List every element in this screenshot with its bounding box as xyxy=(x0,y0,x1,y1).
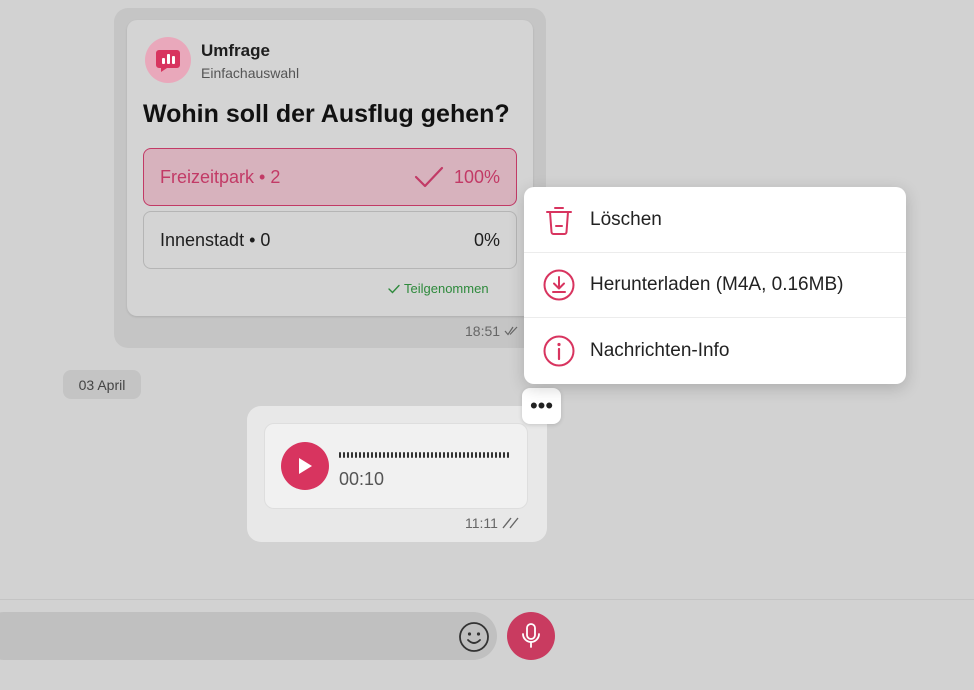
waveform-bar xyxy=(407,452,409,458)
waveform-bar xyxy=(459,452,461,458)
voice-duration: 00:10 xyxy=(339,469,385,489)
participated-status: Teilgenommen xyxy=(388,281,489,296)
waveform-bar xyxy=(507,452,509,458)
microphone-button[interactable] xyxy=(507,612,555,660)
date-separator: 03 April xyxy=(63,370,141,399)
waveform-bar xyxy=(355,452,357,458)
waveform-bar xyxy=(503,452,505,458)
message-input[interactable] xyxy=(0,612,497,660)
waveform-bar xyxy=(339,452,341,458)
download-icon xyxy=(542,268,576,302)
waveform-bar xyxy=(379,452,381,458)
waveform-bar xyxy=(443,452,445,458)
waveform-bar xyxy=(467,452,469,458)
waveform-bar xyxy=(439,452,441,458)
read-receipt-icon xyxy=(502,517,519,529)
microphone-icon xyxy=(522,623,540,648)
play-icon xyxy=(299,458,312,474)
waveform-bar xyxy=(479,452,481,458)
waveform-bar xyxy=(447,452,449,458)
waveform-bar xyxy=(475,452,477,458)
waveform-bar xyxy=(423,452,425,458)
poll-question: Wohin soll der Ausflug gehen? xyxy=(143,100,510,128)
waveform-bar xyxy=(415,452,417,458)
waveform-bar xyxy=(491,452,493,458)
waveform-bar xyxy=(347,452,349,458)
waveform-bar xyxy=(399,452,401,458)
waveform-bar xyxy=(451,452,453,458)
waveform-bar xyxy=(495,452,497,458)
waveform-bar xyxy=(435,452,437,458)
composer-divider xyxy=(0,599,974,600)
waveform-bar xyxy=(427,452,429,458)
message-more-button[interactable]: ••• xyxy=(522,388,561,424)
waveform-bar xyxy=(499,452,501,458)
poll-option-innenstadt[interactable]: Innenstadt • 0 0% xyxy=(143,211,517,269)
menu-item-download[interactable]: Herunterladen (M4A, 0.16MB) xyxy=(524,253,906,318)
waveform-bar xyxy=(375,452,377,458)
waveform-bar xyxy=(483,452,485,458)
check-small-icon xyxy=(388,284,400,294)
trash-icon xyxy=(542,203,576,237)
poll-option-percent: 0% xyxy=(473,229,500,250)
read-receipt-icon xyxy=(504,326,518,336)
menu-item-delete[interactable]: Löschen xyxy=(524,188,906,253)
waveform-bar xyxy=(363,452,365,458)
waveform-bar xyxy=(463,452,465,458)
waveform-bar xyxy=(403,452,405,458)
poll-option-label: Innenstadt • 0 xyxy=(160,229,271,250)
message-context-menu: Löschen Herunterladen (M4A, 0.16MB) Nach… xyxy=(524,187,906,384)
waveform-bar xyxy=(387,452,389,458)
waveform-bar xyxy=(431,452,433,458)
poll-option-label: Freizeitpark • 2 xyxy=(160,166,281,187)
play-button[interactable] xyxy=(281,442,329,490)
waveform-bar xyxy=(395,452,397,458)
poll-subtype-label: Einfachauswahl xyxy=(201,65,300,81)
waveform-bar xyxy=(391,452,393,458)
waveform-bar xyxy=(359,452,361,458)
menu-item-message-info[interactable]: Nachrichten-Info xyxy=(524,318,906,383)
emoji-icon[interactable] xyxy=(457,620,490,653)
menu-item-label: Nachrichten-Info xyxy=(590,339,730,361)
menu-item-label: Löschen xyxy=(590,209,662,230)
waveform-bar xyxy=(455,452,457,458)
waveform-bar xyxy=(411,452,413,458)
waveform-bar xyxy=(351,452,353,458)
poll-type-label: Umfrage xyxy=(201,41,270,60)
poll-chart-icon xyxy=(145,37,191,83)
menu-item-label: Herunterladen (M4A, 0.16MB) xyxy=(590,274,844,295)
waveform-bar xyxy=(419,452,421,458)
waveform-bar xyxy=(343,452,345,458)
info-icon xyxy=(542,334,576,368)
waveform-bar xyxy=(487,452,489,458)
waveform-bar xyxy=(471,452,473,458)
waveform-bar xyxy=(371,452,373,458)
poll-message-time: 18:51 xyxy=(465,323,518,339)
waveform[interactable] xyxy=(339,452,512,458)
waveform-bar xyxy=(383,452,385,458)
poll-option-percent: 100% xyxy=(453,166,500,187)
poll-option-freizeitpark[interactable]: Freizeitpark • 2 100% xyxy=(143,148,517,206)
waveform-bar xyxy=(367,452,369,458)
check-icon xyxy=(414,166,444,188)
voice-message-time: 11:11 xyxy=(465,515,524,531)
